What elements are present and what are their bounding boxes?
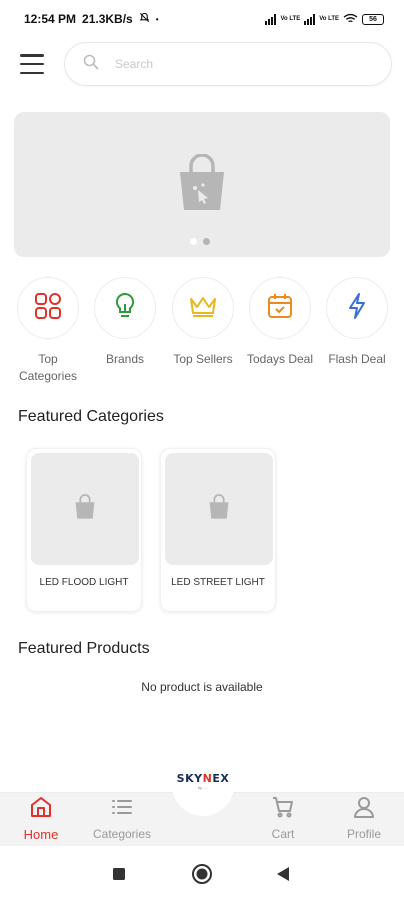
nav-categories[interactable]: Categories	[87, 793, 157, 847]
nav-profile[interactable]: Profile	[329, 793, 399, 847]
featured-categories-title: Featured Categories	[18, 408, 164, 425]
quick-item-circle	[172, 277, 234, 339]
quick-item-circle	[326, 277, 388, 339]
person-icon	[352, 793, 376, 824]
mute-bell-icon	[139, 12, 150, 26]
signal-icon	[265, 13, 277, 25]
quick-item-top-categories[interactable]: Top Categories	[8, 277, 88, 385]
grid-icon	[34, 292, 62, 325]
quick-item-label: Todays Deal	[246, 352, 314, 366]
quick-item-flash-deal[interactable]: Flash Deal	[317, 277, 397, 368]
nav-label: Home	[23, 827, 59, 842]
volte-badge: Vo LTE	[280, 16, 301, 22]
quick-item-label: Top Sellers	[173, 352, 233, 366]
category-image-placeholder	[31, 453, 139, 565]
featured-category-card[interactable]: LED STREET LIGHT	[160, 448, 276, 612]
nav-home[interactable]: Home	[6, 793, 76, 847]
shopping-bag-placeholder-icon	[174, 153, 230, 217]
carousel-dot[interactable]	[190, 238, 197, 245]
status-bar: 12:54 PM 21.3KB/s • Vo LTE Vo LTE 56	[0, 0, 404, 38]
nav-cart[interactable]: Cart	[248, 793, 318, 847]
category-image-placeholder	[165, 453, 273, 565]
category-name: LED STREET LIGHT	[171, 577, 265, 588]
quick-item-brands[interactable]: Brands	[85, 277, 165, 368]
cart-icon	[271, 793, 295, 824]
signal-icon-2	[304, 13, 316, 25]
calendar-icon	[266, 292, 294, 325]
list-icon	[110, 793, 134, 824]
hamburger-menu-icon[interactable]	[20, 54, 44, 74]
category-name: LED FLOOD LIGHT	[39, 577, 129, 588]
banner-carousel[interactable]	[14, 112, 390, 257]
wifi-icon	[343, 13, 358, 26]
featured-products-title: Featured Products	[18, 640, 150, 657]
quick-item-top-sellers[interactable]: Top Sellers	[163, 277, 243, 368]
search-icon	[83, 54, 99, 75]
featured-category-card[interactable]: LED FLOOD LIGHT	[26, 448, 142, 612]
empty-products-message: No product is available	[141, 680, 263, 694]
network-speed: 21.3KB/s	[82, 12, 133, 26]
brand-logo: SKYNEX	[176, 772, 230, 785]
quick-item-label: Flash Deal	[328, 352, 386, 366]
lightning-icon	[347, 292, 367, 325]
quick-item-circle	[94, 277, 156, 339]
shopping-bag-placeholder-icon	[207, 493, 231, 525]
status-time: 12:54 PM	[24, 12, 77, 26]
bulb-icon	[113, 292, 137, 325]
brand-tagline: by .....	[198, 786, 208, 790]
search-bar[interactable]	[64, 42, 392, 86]
crown-icon	[188, 294, 218, 323]
carousel-dots	[190, 238, 210, 245]
home-circle-icon[interactable]	[191, 863, 213, 890]
nav-label: Profile	[346, 827, 381, 841]
search-input[interactable]	[115, 57, 335, 71]
app-header	[0, 42, 404, 86]
quick-item-circle	[17, 277, 79, 339]
recents-square-icon[interactable]	[112, 867, 126, 886]
nav-label: Categories	[92, 827, 152, 841]
quick-item-label: Top Categories	[18, 352, 78, 383]
notification-dot-icon: •	[155, 14, 159, 24]
home-icon	[29, 793, 53, 824]
volte-badge-2: Vo LTE	[319, 16, 339, 22]
quick-item-circle	[249, 277, 311, 339]
shopping-bag-placeholder-icon	[73, 493, 97, 525]
quick-item-label: Brands	[105, 352, 145, 366]
system-nav-bar	[0, 848, 404, 900]
battery-icon: 56	[362, 13, 384, 25]
back-triangle-icon[interactable]	[276, 866, 290, 887]
quick-item-todays-deal[interactable]: Todays Deal	[240, 277, 320, 368]
nav-label: Cart	[271, 827, 295, 841]
carousel-dot-active[interactable]	[203, 238, 210, 245]
